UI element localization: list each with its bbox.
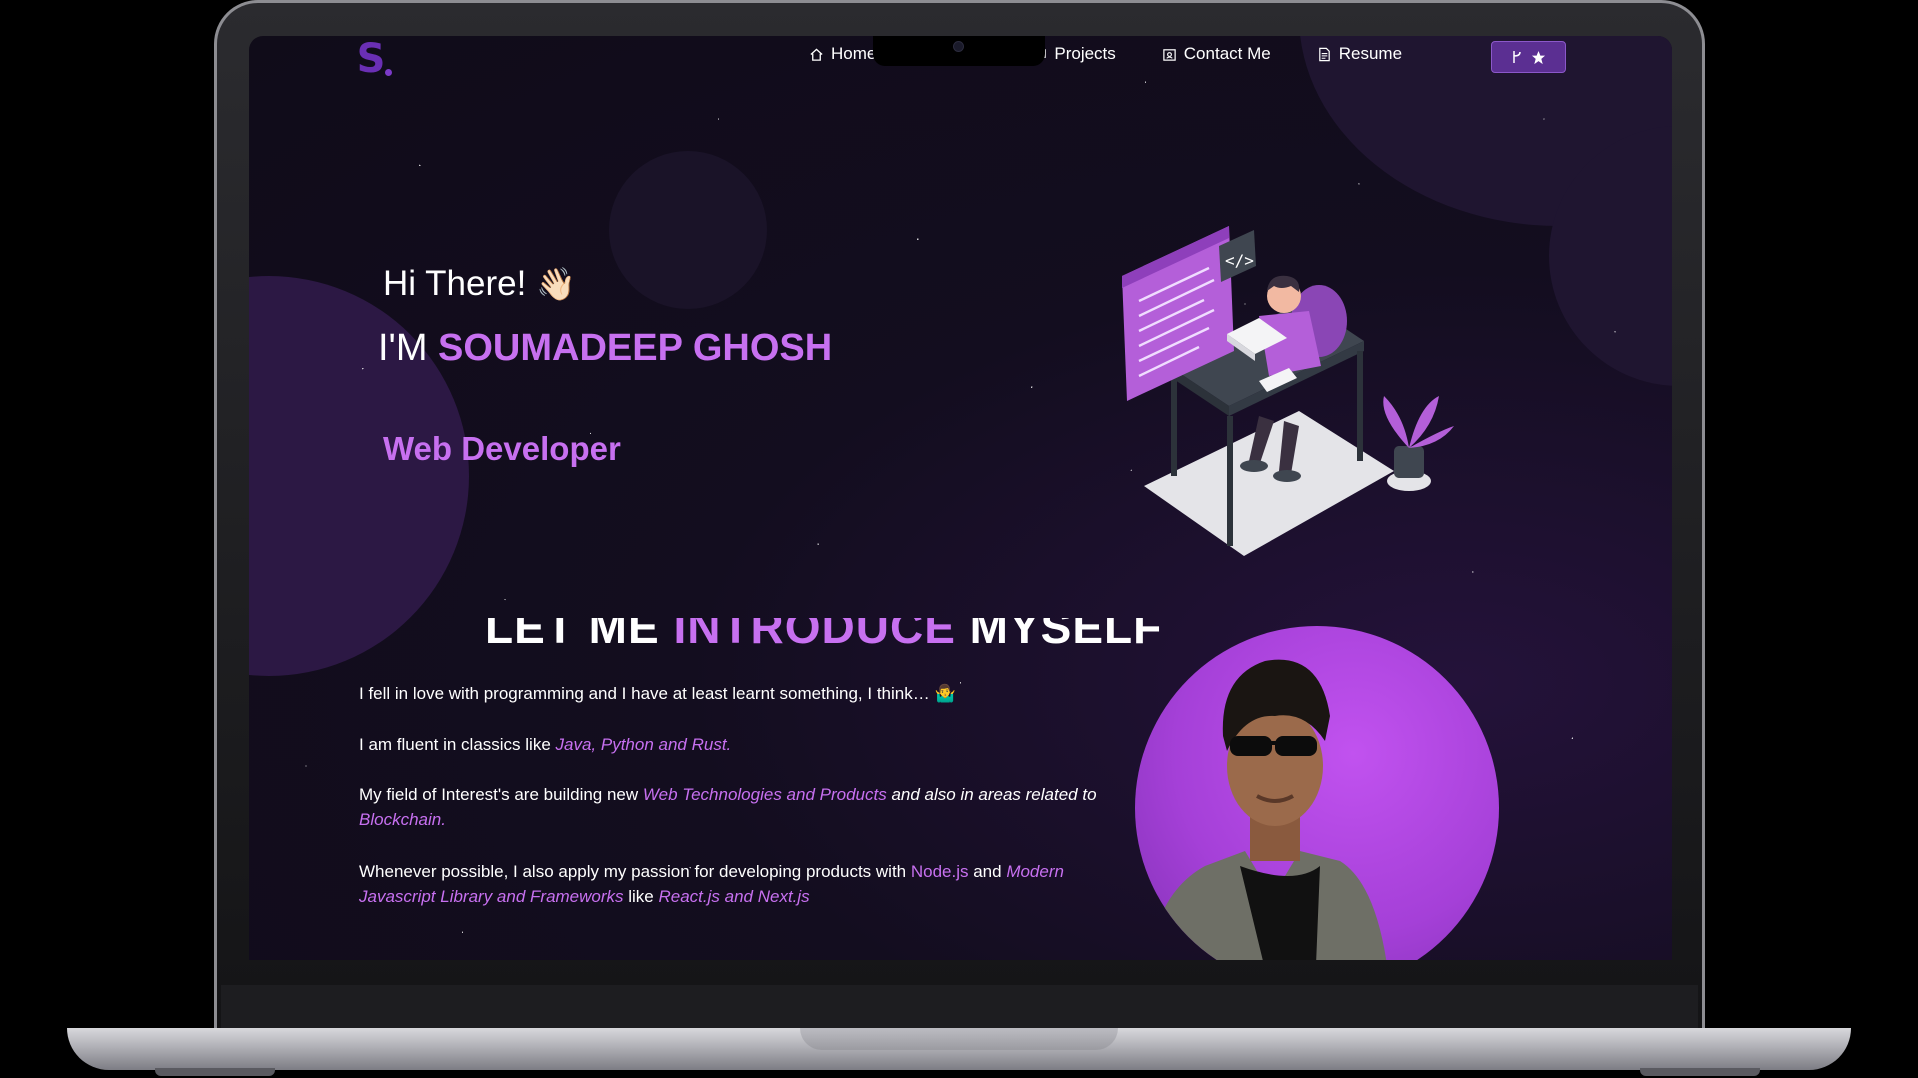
greeting-text: Hi There! bbox=[383, 264, 527, 303]
p3-text-a: My field of Interest's are building new bbox=[359, 785, 643, 804]
p3-text-c: and also in areas related to bbox=[886, 785, 1097, 804]
p4-text-a: Whenever possible, I also apply my passi… bbox=[359, 862, 911, 881]
p4-highlight-node: Node.js bbox=[910, 862, 969, 881]
intro-paragraph-3: My field of Interest's are building new … bbox=[359, 782, 1099, 832]
intro-title: LET ME INTRODUCE MYSELF bbox=[485, 618, 1162, 654]
shrug-icon: 🤷‍♂️ bbox=[934, 684, 956, 703]
home-icon bbox=[810, 47, 823, 61]
p4-text-c: and bbox=[968, 862, 1007, 881]
intro-title-clip: LET ME INTRODUCE MYSELF bbox=[249, 618, 1672, 663]
svg-text:</>: </> bbox=[1225, 251, 1254, 270]
logo-dot bbox=[385, 69, 392, 76]
nav-resume-label: Resume bbox=[1338, 44, 1403, 63]
nav-resume[interactable]: Resume bbox=[1317, 44, 1402, 64]
p2-text: I am fluent in classics like bbox=[359, 735, 556, 754]
intro-paragraph-1: I fell in love with programming and I ha… bbox=[359, 681, 1099, 706]
p4-text-e: like bbox=[623, 887, 659, 906]
p1-text: I fell in love with programming and I ha… bbox=[359, 684, 935, 703]
intro-paragraph-4: Whenever possible, I also apply my passi… bbox=[359, 859, 1099, 909]
nav-projects-label: Projects bbox=[1054, 44, 1116, 63]
hero-role-typewriter: Web Developer bbox=[383, 430, 621, 467]
hero-name: I'M SOUMADEEP GHOSH bbox=[378, 327, 832, 370]
intro-paragraph-2: I am fluent in classics like Java, Pytho… bbox=[359, 732, 1099, 757]
camera-notch bbox=[873, 36, 1045, 66]
laptop-foot-left bbox=[155, 1068, 275, 1076]
p3-highlight-web: Web Technologies and Products bbox=[642, 785, 887, 804]
nav-home-label: Home bbox=[831, 44, 877, 63]
laptop-bezel bbox=[221, 985, 1698, 1028]
logo-letter: S bbox=[356, 36, 386, 82]
p2-languages: Java, Python and Rust. bbox=[555, 735, 732, 754]
intro-title-c: MYSELF bbox=[955, 618, 1163, 653]
github-fork-star-button[interactable] bbox=[1491, 41, 1566, 73]
laptop-hinge-notch bbox=[800, 1028, 1118, 1050]
p3-highlight-blockchain: Blockchain. bbox=[359, 810, 446, 829]
nav-contact-label: Contact Me bbox=[1183, 44, 1271, 63]
portfolio-screen: S Home Projects Contact Me Resume Hi The… bbox=[249, 36, 1672, 960]
hero-im: I'M bbox=[378, 327, 428, 369]
hero-name-text: SOUMADEEP GHOSH bbox=[438, 327, 833, 369]
star-icon bbox=[1531, 50, 1546, 64]
nav-home[interactable]: Home bbox=[809, 44, 876, 64]
nav-contact[interactable]: Contact Me bbox=[1162, 44, 1271, 64]
p4-highlight-react: React.js and Next.js bbox=[658, 887, 810, 906]
waving-hand-icon: 👋🏻 bbox=[536, 266, 576, 302]
hero-greeting: Hi There! 👋🏻 bbox=[383, 264, 576, 304]
intro-title-a: LET ME bbox=[485, 618, 674, 653]
document-icon bbox=[1318, 47, 1330, 61]
contact-icon bbox=[1163, 48, 1176, 61]
developer-desk-illustration: </> bbox=[1122, 226, 1454, 556]
git-fork-icon bbox=[1513, 51, 1521, 63]
intro-title-b: INTRODUCE bbox=[673, 618, 956, 653]
laptop-foot-right bbox=[1640, 1068, 1760, 1076]
camera-icon bbox=[953, 41, 964, 52]
